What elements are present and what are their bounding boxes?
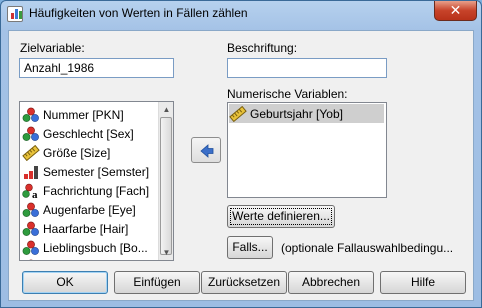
nominal-variable-icon xyxy=(22,240,40,256)
scale-variable-icon xyxy=(229,105,247,122)
source-list-item-label: Augenfarbe [Eye] xyxy=(43,202,136,217)
window-title: Häufigkeiten von Werten in Fällen zählen xyxy=(29,6,248,20)
source-list-item[interactable]: Lieblingsbuch [Bo... xyxy=(22,238,157,257)
source-list-item-label: Vorkenntnisse [SP... xyxy=(43,260,150,261)
help-button[interactable]: Hilfe xyxy=(380,271,466,294)
source-list-item-label: Größe [Size] xyxy=(43,145,111,160)
source-list-item[interactable]: Vorkenntnisse [SP... xyxy=(22,257,157,261)
caption-label: Beschriftung: xyxy=(227,41,298,55)
source-list-item-label: Geschlecht [Sex] xyxy=(43,126,134,141)
scroll-up-icon[interactable]: ▲ xyxy=(159,102,173,117)
target-variable-input[interactable]: Anzahl_1986 xyxy=(19,58,174,78)
paste-button[interactable]: Einfügen xyxy=(114,271,200,294)
nominal-string-variable-icon: a xyxy=(22,183,40,201)
source-list-item[interactable]: Haarfarbe [Hair] xyxy=(22,219,157,238)
move-variable-button[interactable] xyxy=(191,137,221,163)
ordinal-variable-icon xyxy=(22,164,40,180)
source-list-item[interactable]: Größe [Size] xyxy=(22,143,157,162)
source-list-item[interactable]: Nummer [PKN] xyxy=(22,105,157,124)
target-variable-label: Zielvariable: xyxy=(20,41,85,55)
reset-button[interactable]: Zurücksetzen xyxy=(201,271,287,294)
cases-button[interactable]: Falls... xyxy=(227,236,273,259)
define-values-button[interactable]: Werte definieren... xyxy=(227,205,335,228)
source-list-item[interactable]: a Fachrichtung [Fach] xyxy=(22,181,157,201)
source-list-item-label: Nummer [PKN] xyxy=(43,107,124,122)
numeric-variables-list[interactable]: Geburtsjahr [Yob] xyxy=(227,102,387,198)
spss-app-icon xyxy=(7,6,23,22)
source-list-item[interactable]: Geschlecht [Sex] xyxy=(22,124,157,143)
dialog-window: Häufigkeiten von Werten in Fällen zählen… xyxy=(0,0,482,308)
ok-button[interactable]: OK xyxy=(22,271,108,294)
nominal-variable-icon xyxy=(22,221,40,237)
source-list-scrollbar[interactable]: ▲ ▼ xyxy=(158,102,173,260)
close-icon: ✕ xyxy=(449,2,462,18)
numeric-vars-item-label: Geburtsjahr [Yob] xyxy=(250,106,343,121)
scale-variable-icon xyxy=(22,144,40,161)
nominal-variable-icon xyxy=(22,126,40,142)
cases-condition-text: (optionale Fallauswahlbedingu... xyxy=(281,241,454,255)
scroll-down-icon[interactable]: ▼ xyxy=(159,245,173,260)
cancel-button[interactable]: Abbrechen xyxy=(288,271,374,294)
scrollbar-thumb[interactable] xyxy=(160,117,172,255)
svg-text:a: a xyxy=(32,189,38,199)
numeric-variables-label: Numerische Variablen: xyxy=(227,87,348,101)
title-bar[interactable]: Häufigkeiten von Werten in Fällen zählen… xyxy=(1,1,481,27)
caption-input[interactable] xyxy=(227,58,387,78)
close-button[interactable]: ✕ xyxy=(434,1,477,21)
source-variable-list[interactable]: Nummer [PKN] Geschlecht [Sex] Größe [Size]… xyxy=(19,101,174,261)
source-list-item[interactable]: Augenfarbe [Eye] xyxy=(22,200,157,219)
nominal-variable-icon xyxy=(22,107,40,123)
source-list-item-label: Fachrichtung [Fach] xyxy=(43,183,150,198)
left-arrow-icon xyxy=(200,144,214,158)
source-list-item-label: Lieblingsbuch [Bo... xyxy=(43,240,148,255)
source-list-item-label: Semester [Semster] xyxy=(43,164,150,179)
numeric-vars-item[interactable]: Geburtsjahr [Yob] xyxy=(229,104,384,123)
dialog-body: Zielvariable: Anzahl_1986 Beschriftung: … xyxy=(8,30,474,301)
source-list-item[interactable]: Semester [Semster] xyxy=(22,162,157,181)
nominal-variable-icon xyxy=(22,259,40,260)
nominal-variable-icon xyxy=(22,202,40,218)
source-list-item-label: Haarfarbe [Hair] xyxy=(43,221,129,236)
